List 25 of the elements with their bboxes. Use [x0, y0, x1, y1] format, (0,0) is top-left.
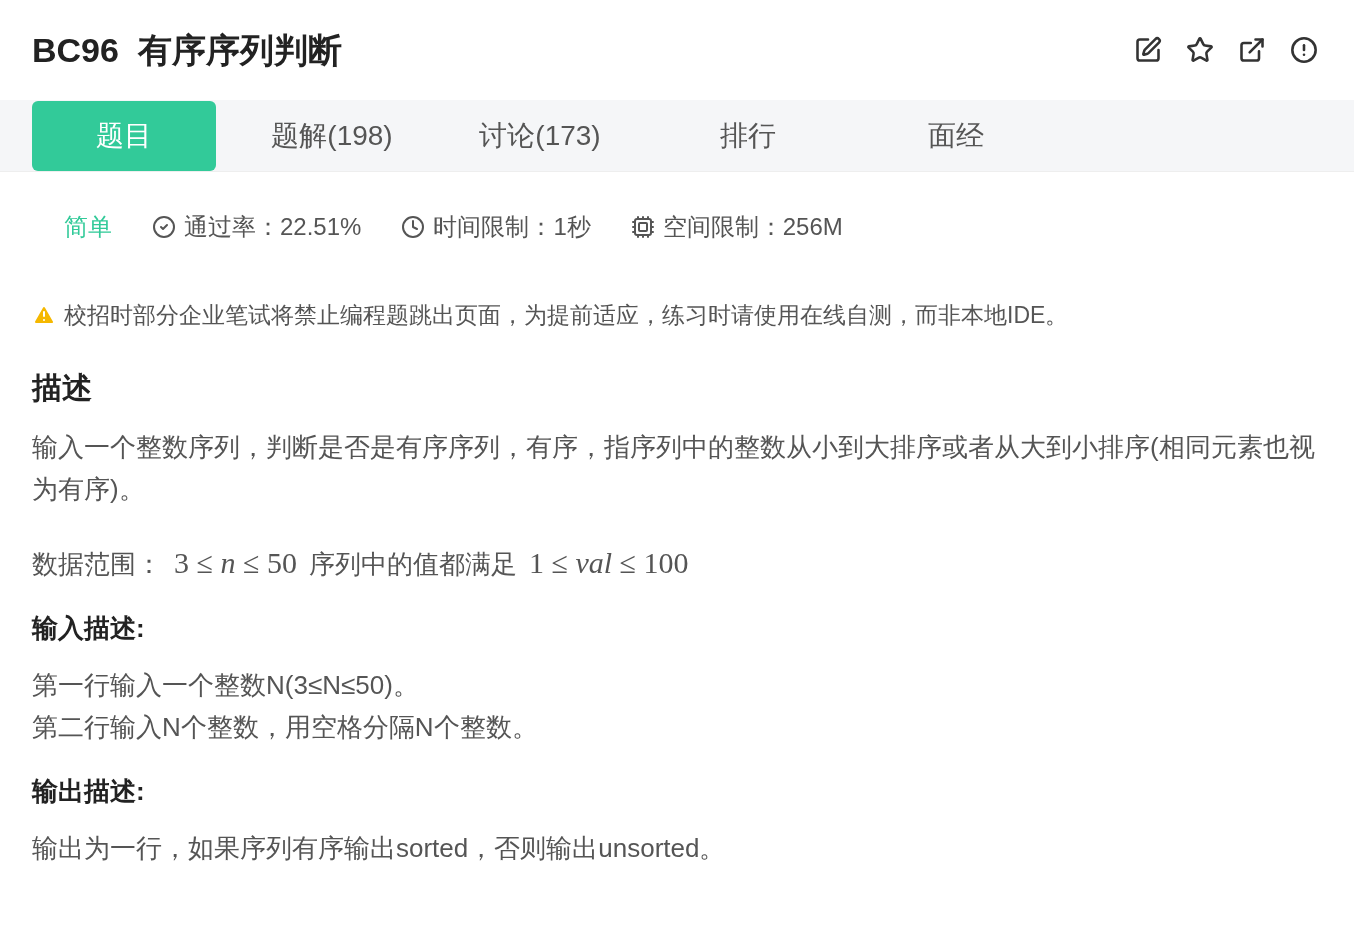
paragraph: 输出为一行，如果序列有序输出sorted，否则输出unsorted。	[32, 831, 727, 865]
tab[interactable]: 题解(198)	[240, 100, 424, 171]
star-icon[interactable]	[1186, 36, 1214, 64]
clock-icon	[401, 215, 426, 239]
chip-icon	[630, 215, 655, 239]
paragraph: 输入一个整数序列，判断是否是有序序列，有序，指序列中的整数从小到大排序或者从大到小排序(相同元素也视为有序)。	[32, 430, 1316, 506]
edit-icon[interactable]	[1134, 36, 1162, 64]
pass-rate: 通过率：22.51%	[184, 212, 362, 242]
share-icon[interactable]	[1238, 36, 1266, 64]
problem-title: BC96 有序序列判断	[32, 29, 342, 71]
difficulty-label: 简单	[64, 212, 112, 242]
time-limit: 时间限制：1秒	[433, 212, 591, 242]
tab[interactable]: 讨论(173)	[448, 100, 632, 171]
section-heading: 描述	[32, 369, 93, 406]
paragraph: 第二行输入N个整数，用空格分隔N个整数。	[32, 710, 539, 744]
tab[interactable]: 面经	[864, 100, 1048, 171]
section-heading: 输入描述:	[32, 611, 146, 645]
paragraph: 第一行输入一个整数N(3≤N≤50)。	[32, 668, 420, 702]
check-icon	[152, 215, 176, 239]
tab[interactable]: 排行	[656, 100, 840, 171]
section-heading: 输出描述:	[32, 774, 146, 808]
paragraph: 数据范围： 3 ≤ n ≤ 50 序列中的值都满足 1 ≤ val ≤ 100	[32, 544, 690, 581]
report-icon[interactable]	[1290, 36, 1318, 64]
warning-text: 校招时部分企业笔试将禁止编程题跳出页面，为提前适应，练习时请使用在线自测，而非本地IDE。	[64, 301, 1069, 330]
memory-limit: 空间限制：256M	[662, 212, 843, 242]
